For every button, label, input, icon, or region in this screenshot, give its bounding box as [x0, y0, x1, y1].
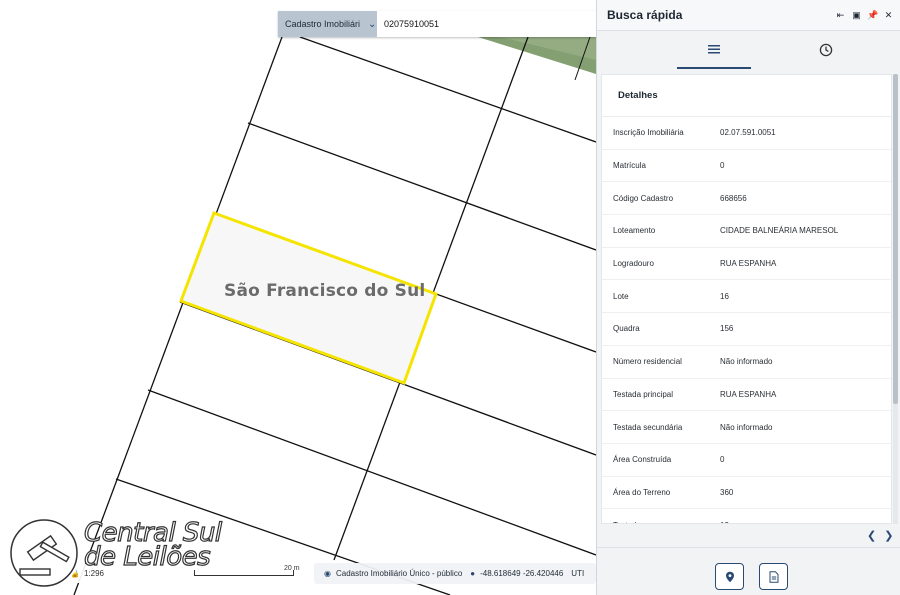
table-row: Logradouro RUA ESPANHA — [602, 248, 891, 281]
logo-wordmark: Central Sul de Leilões — [83, 518, 222, 572]
table-row: Área do Terreno 360 — [602, 477, 891, 510]
clock-icon — [819, 43, 833, 57]
search-mode-label: Cadastro Imobiliári — [285, 19, 361, 29]
map-canvas[interactable]: São Francisco do Sul Cadastro Imobiliári… — [0, 0, 596, 595]
locate-on-map-button[interactable] — [715, 563, 744, 590]
list-menu-icon — [708, 45, 720, 54]
coordinates-readout: -48.618649 -26.420446 — [480, 569, 564, 578]
central-sul-leiloes-logo: Central Sul de Leilões — [6, 515, 246, 590]
minimize-icon[interactable]: ▣ — [851, 10, 862, 21]
search-input[interactable] — [377, 11, 596, 37]
location-pin-icon: ● — [470, 569, 476, 578]
pager: ❮ ❯ — [867, 529, 893, 542]
gavel-emblem-icon — [8, 517, 80, 589]
scale-unit: 20 m — [284, 565, 300, 572]
chevron-right-icon[interactable]: ❯ — [884, 529, 893, 542]
search-bar: Cadastro Imobiliári ⌄ — [278, 11, 596, 37]
table-row: Matrícula 0 — [602, 150, 891, 183]
layers-icon: ◉ — [324, 569, 331, 578]
details-title: Detalhes — [602, 75, 891, 117]
panel-title: Busca rápida — [607, 8, 683, 22]
details-scrollbar[interactable] — [893, 74, 898, 524]
scrollbar-thumb[interactable] — [893, 74, 898, 404]
layer-label: Cadastro Imobiliário Único - público — [335, 569, 463, 578]
table-row: Loteamento CIDADE BALNEÁRIA MARESOL — [602, 215, 891, 248]
details-list: Inscrição Imobiliária 02.07.591.0051 Matr… — [602, 117, 891, 523]
table-row: Testada secundária Não informado — [602, 411, 891, 444]
details-card: Detalhes Inscrição Imobiliária 02.07.591.… — [601, 74, 892, 524]
table-row: Lote 16 — [602, 280, 891, 314]
table-row: Quadra 156 — [602, 313, 891, 346]
quick-search-panel: Busca rápida ⇤ ▣ 📌 ✕ Detalhes Inscrição … — [596, 0, 900, 595]
report-document-button[interactable] — [759, 563, 788, 590]
parcel-boundary — [247, 122, 596, 251]
panel-footer — [597, 547, 900, 595]
panel-header: Busca rápida ⇤ ▣ 📌 ✕ — [597, 0, 900, 31]
chevron-down-icon: ⌄ — [368, 18, 377, 30]
table-row: Testada principal RUA ESPANHA — [602, 379, 891, 412]
close-icon[interactable]: ✕ — [883, 10, 894, 21]
table-row: Inscrição Imobiliária 02.07.591.0051 — [602, 117, 891, 150]
search-mode-select[interactable]: Cadastro Imobiliári ⌄ — [278, 11, 377, 37]
projection-label: UTI — [571, 569, 585, 578]
chevron-left-icon[interactable]: ❮ — [867, 529, 876, 542]
panel-tabs — [597, 31, 900, 71]
tab-history[interactable] — [789, 43, 863, 69]
location-pin-icon — [725, 571, 734, 582]
table-row: Área Construída 0 — [602, 444, 891, 477]
table-row: Código Cadastro 668656 — [602, 182, 891, 216]
map-status-bar: ◉ Cadastro Imobiliário Único - público ●… — [314, 563, 596, 584]
document-icon — [769, 570, 778, 583]
tab-list[interactable] — [677, 43, 751, 69]
panel-actions: ⇤ ▣ 📌 ✕ — [835, 10, 900, 21]
table-row: Número residencial Não informado — [602, 346, 891, 379]
pin-icon[interactable]: 📌 — [867, 10, 878, 21]
municipality-label: São Francisco do Sul — [224, 281, 426, 301]
table-row: Testada12 — [602, 509, 891, 523]
dock-left-icon[interactable]: ⇤ — [835, 10, 846, 21]
